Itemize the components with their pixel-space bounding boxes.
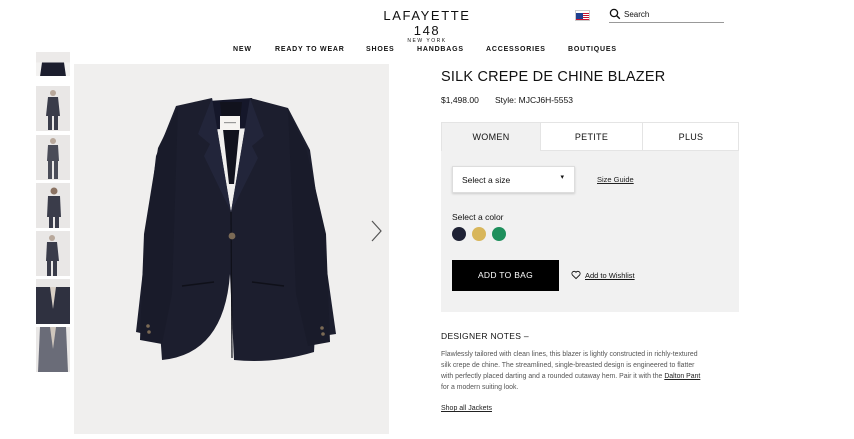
search-box[interactable]: [609, 7, 724, 23]
wishlist-label: Add to Wishlist: [585, 271, 635, 280]
thumbnail-3[interactable]: [36, 135, 70, 180]
shop-all-jackets-link[interactable]: Shop all Jackets: [441, 405, 492, 412]
thumbnail-7[interactable]: [36, 327, 70, 372]
designer-notes-heading[interactable]: DESIGNER NOTES –: [441, 331, 529, 341]
search-icon[interactable]: [609, 8, 621, 20]
size-select[interactable]: Select a size ▾: [452, 166, 575, 193]
color-swatch-navy[interactable]: [452, 227, 466, 241]
caret-down-icon: ▾: [560, 174, 564, 181]
thumbnail-1[interactable]: [36, 52, 70, 76]
thumbnail-2[interactable]: [36, 86, 70, 131]
size-select-label: Select a size: [462, 175, 511, 185]
dalton-pant-link[interactable]: Dalton Pant: [664, 373, 700, 380]
designer-notes-body: Flawlessly tailored with clean lines, th…: [441, 349, 706, 393]
nav-item-handbags[interactable]: HANDBAGS: [417, 46, 464, 53]
nav-item-boutiques[interactable]: BOUTIQUES: [568, 46, 617, 53]
brand-subtitle: NEW YORK: [407, 38, 447, 44]
blazer-image: [136, 98, 336, 361]
color-label: Select a color: [452, 212, 504, 222]
us-flag-icon[interactable]: [575, 10, 590, 21]
purchase-panel: WOMEN PETITE PLUS Select a size ▾ Size G…: [441, 122, 739, 312]
product-title: SILK CREPE DE CHINE BLAZER: [441, 69, 666, 85]
color-swatch-gold[interactable]: [472, 227, 486, 241]
add-to-bag-button[interactable]: ADD TO BAG: [452, 260, 559, 291]
tab-women[interactable]: WOMEN: [442, 123, 541, 151]
thumbnail-4[interactable]: [36, 183, 70, 228]
size-category-tabs: WOMEN PETITE PLUS: [441, 122, 739, 151]
notes-text-end: for a modern suiting look.: [441, 384, 519, 391]
main-nav: NEW READY TO WEAR SHOES HANDBAGS ACCESSO…: [0, 46, 854, 58]
heart-icon: [571, 270, 581, 280]
product-price: $1,498.00: [441, 95, 479, 105]
size-guide-link[interactable]: Size Guide: [597, 175, 634, 184]
color-swatch-green[interactable]: [492, 227, 506, 241]
nav-item-shoes[interactable]: SHOES: [366, 46, 395, 53]
product-style-number: Style: MJCJ6H-5553: [495, 95, 573, 105]
product-main-image[interactable]: [74, 64, 389, 434]
tab-petite[interactable]: PETITE: [541, 123, 643, 151]
nav-item-accessories[interactable]: ACCESSORIES: [486, 46, 546, 53]
brand-logo[interactable]: LAFAYETTE 148 NEW YORK: [378, 8, 476, 44]
nav-item-ready-to-wear[interactable]: READY TO WEAR: [275, 46, 345, 53]
search-input[interactable]: [624, 8, 722, 21]
thumbnail-5[interactable]: [36, 231, 70, 276]
brand-name: LAFAYETTE 148: [383, 8, 471, 38]
thumbnail-6[interactable]: [36, 279, 70, 324]
tab-plus[interactable]: PLUS: [643, 123, 739, 151]
notes-text: Flawlessly tailored with clean lines, th…: [441, 351, 698, 380]
next-image-arrow-icon[interactable]: [369, 218, 383, 244]
nav-item-new[interactable]: NEW: [233, 46, 252, 53]
